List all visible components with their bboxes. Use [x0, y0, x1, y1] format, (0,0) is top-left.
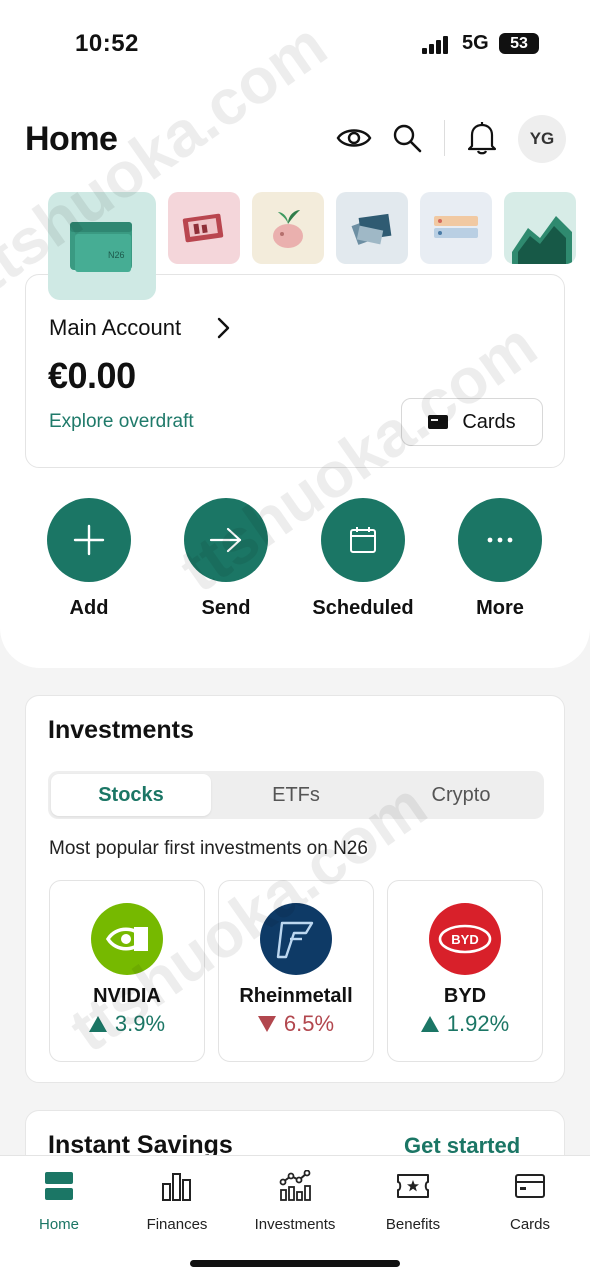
main-account-thumbnail[interactable]: N26 — [48, 192, 156, 300]
nav-investments-label: Investments — [254, 1216, 336, 1233]
account-thumbnail-growth[interactable] — [504, 192, 576, 264]
scheduled-button[interactable]: Scheduled — [303, 498, 423, 620]
header-divider — [444, 120, 445, 156]
stock-change: 3.9% — [50, 1011, 204, 1037]
stock-change: 6.5% — [219, 1011, 373, 1037]
tab-stocks[interactable]: Stocks — [51, 774, 211, 816]
scheduled-label: Scheduled — [312, 597, 414, 619]
send-button[interactable]: Send — [166, 498, 286, 620]
cards-button[interactable]: Cards — [401, 398, 543, 446]
tab-crypto[interactable]: Crypto — [381, 774, 541, 816]
add-label: Add — [69, 597, 109, 619]
card-icon — [510, 1168, 550, 1204]
search-icon[interactable] — [387, 118, 427, 158]
battery-icon: 53 — [499, 33, 539, 54]
cards-button-label: Cards — [462, 410, 516, 433]
stock-card-nvidia[interactable]: NVIDIA 3.9% — [49, 880, 205, 1062]
account-balance: €0.00 — [48, 355, 136, 396]
arrow-up-icon — [420, 1016, 439, 1032]
nav-benefits[interactable]: Benefits — [354, 1168, 472, 1233]
status-time: 10:52 — [75, 30, 139, 57]
more-button[interactable]: More — [440, 498, 560, 620]
n26-logo: N26 — [108, 250, 125, 260]
tab-etfs[interactable]: ETFs — [216, 774, 376, 816]
ticket-icon — [393, 1168, 433, 1204]
stock-name: Rheinmetall — [239, 985, 353, 1007]
investments-title: Investments — [48, 716, 194, 744]
rheinmetall-logo-icon — [260, 903, 332, 975]
nav-home[interactable]: Home — [0, 1168, 118, 1233]
home-icon — [39, 1168, 79, 1204]
account-thumbnail-savings[interactable] — [168, 192, 240, 264]
send-label: Send — [201, 597, 251, 619]
signal-icon — [422, 36, 454, 54]
page-title: Home — [25, 120, 118, 158]
arrow-down-icon — [257, 1016, 276, 1032]
stock-name: NVIDIA — [93, 985, 161, 1007]
nav-finances[interactable]: Finances — [118, 1168, 236, 1233]
add-button[interactable]: Add — [29, 498, 149, 620]
network-type: 5G — [462, 32, 489, 54]
svg-text:BYD: BYD — [451, 932, 478, 947]
bell-icon[interactable] — [462, 118, 502, 158]
investments-tabs: Stocks ETFs Crypto — [48, 771, 544, 819]
eye-icon[interactable] — [334, 118, 374, 158]
status-bar: 10:52 5G 53 — [0, 0, 590, 90]
plus-icon[interactable] — [47, 498, 131, 582]
stock-card-rheinmetall[interactable]: Rheinmetall 6.5% — [218, 880, 374, 1062]
chevron-right-icon — [216, 315, 232, 346]
avatar[interactable]: YG — [518, 115, 566, 163]
nav-home-label: Home — [38, 1216, 79, 1233]
bar-chart-icon — [157, 1168, 197, 1204]
arrow-right-icon[interactable] — [184, 498, 268, 582]
nav-finances-label: Finances — [146, 1216, 208, 1233]
explore-overdraft-link[interactable]: Explore overdraft — [49, 411, 194, 433]
nav-investments[interactable]: Investments — [236, 1168, 354, 1233]
home-indicator — [190, 1260, 400, 1267]
investments-icon — [275, 1168, 315, 1204]
stock-card-byd[interactable]: BYD BYD 1.92% — [387, 880, 543, 1062]
investments-subtitle: Most popular first investments on N26 — [49, 838, 368, 859]
investments-card: Investments Stocks ETFs Crypto Most popu… — [25, 695, 565, 1083]
more-label: More — [476, 597, 524, 619]
account-name[interactable]: Main Account — [49, 315, 181, 341]
nvidia-logo-icon — [91, 903, 163, 975]
nav-benefits-label: Benefits — [385, 1216, 441, 1233]
calendar-icon[interactable] — [321, 498, 405, 582]
stock-name: BYD — [443, 985, 487, 1007]
byd-logo-icon: BYD — [429, 903, 501, 975]
stock-change: 1.92% — [388, 1011, 542, 1037]
account-thumbnail-stack[interactable] — [336, 192, 408, 264]
card-icon — [428, 415, 449, 429]
main-account-card[interactable]: Main Account €0.00 Explore overdraft Car… — [25, 274, 565, 468]
nav-cards[interactable]: Cards — [471, 1168, 589, 1233]
account-thumbnail-cards[interactable] — [420, 192, 492, 264]
nav-cards-label: Cards — [509, 1216, 550, 1233]
arrow-up-icon — [88, 1016, 107, 1032]
more-dots-icon[interactable] — [458, 498, 542, 582]
account-thumbnail-piggy[interactable] — [252, 192, 324, 264]
